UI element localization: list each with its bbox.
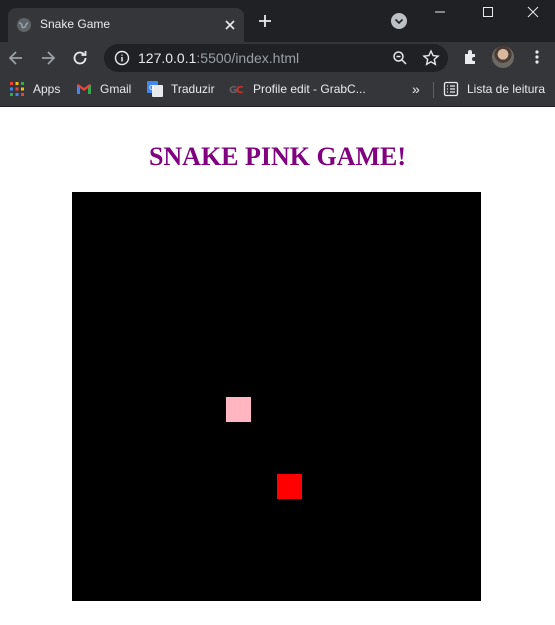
bookmark-label: Gmail xyxy=(100,82,132,96)
svg-text:G: G xyxy=(149,84,154,92)
bookmark-apps[interactable]: Apps xyxy=(9,74,60,104)
close-icon xyxy=(527,6,539,18)
bookmark-star-icon[interactable] xyxy=(422,49,440,67)
bookmark-profile-edit[interactable]: G C Profile edit - GrabC... xyxy=(229,74,366,104)
url-text: 127.0.0.1:5500/index.html xyxy=(138,50,299,66)
bookmark-label: Lista de leitura xyxy=(467,82,546,96)
globe-icon xyxy=(17,18,31,32)
maximize-button[interactable] xyxy=(466,0,510,24)
bookmarks-bar: Apps Gmail G Traduzir G C Profile edit -… xyxy=(0,74,555,107)
bookmarks-overflow-button[interactable]: » xyxy=(412,74,420,104)
bookmark-traduzir[interactable]: G Traduzir xyxy=(147,74,215,104)
apps-grid-icon xyxy=(10,82,24,96)
bookmark-label: Traduzir xyxy=(171,82,215,96)
close-tab-icon[interactable] xyxy=(222,17,238,33)
url-path: :5500/index.html xyxy=(196,50,300,66)
gmail-icon xyxy=(77,84,91,94)
bookmark-gmail[interactable]: Gmail xyxy=(76,74,131,104)
close-window-button[interactable] xyxy=(511,0,555,24)
bookmark-label: Apps xyxy=(33,82,61,96)
extensions-puzzle-icon[interactable] xyxy=(462,48,480,66)
back-arrow-icon[interactable] xyxy=(6,48,26,68)
page-title: SNAKE PINK GAME! xyxy=(148,142,407,171)
info-icon[interactable] xyxy=(114,50,130,66)
reading-list-button[interactable]: Lista de leitura xyxy=(443,74,545,104)
food-item xyxy=(277,474,302,499)
address-bar[interactable]: 127.0.0.1:5500/index.html xyxy=(104,44,448,72)
forward-arrow-icon[interactable] xyxy=(38,48,58,68)
more-menu-icon[interactable] xyxy=(528,48,546,66)
grabcad-icon: G C xyxy=(229,85,243,96)
new-tab-icon[interactable] xyxy=(256,12,274,30)
browser-tab[interactable]: Snake Game xyxy=(8,8,244,42)
translate-icon: G xyxy=(147,81,163,97)
maximize-icon xyxy=(483,7,493,17)
tab-strip: Snake Game xyxy=(0,0,555,42)
game-board[interactable] xyxy=(72,192,481,601)
reload-icon[interactable] xyxy=(70,48,90,68)
minimize-icon xyxy=(435,11,445,13)
profile-avatar[interactable] xyxy=(492,46,514,68)
url-host: 127.0.0.1 xyxy=(138,50,197,66)
zoom-icon[interactable] xyxy=(392,50,408,66)
tab-search-icon[interactable] xyxy=(390,12,408,30)
overflow-chevron: » xyxy=(412,81,420,97)
svg-text:C: C xyxy=(236,85,243,96)
bookmarks-divider xyxy=(433,82,434,98)
snake-head xyxy=(226,397,251,422)
minimize-button[interactable] xyxy=(418,0,462,24)
tab-title: Snake Game xyxy=(40,17,111,31)
bookmark-label: Profile edit - GrabC... xyxy=(253,82,366,96)
reading-list-icon xyxy=(443,81,459,97)
